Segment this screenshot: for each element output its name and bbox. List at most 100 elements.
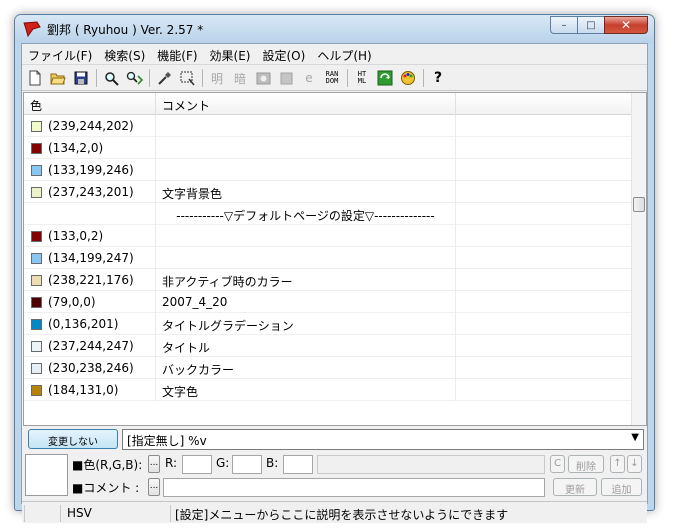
toolbar-separator bbox=[202, 69, 203, 87]
random-button[interactable]: RAN DOM bbox=[322, 68, 342, 88]
format-select-value: [指定無し] %v bbox=[127, 434, 207, 448]
title-bar[interactable]: 劉邦 ( Ryuhou ) Ver. 2.57 * – □ ✕ bbox=[15, 15, 654, 43]
color-cell: (0,136,201) bbox=[24, 313, 156, 335]
table-row[interactable]: (184,131,0) 文字色 bbox=[24, 379, 632, 401]
random-label: RAN DOM bbox=[325, 70, 339, 85]
table-row[interactable]: (230,238,246) バックカラー bbox=[24, 357, 632, 379]
rgb-value: (0,136,201) bbox=[48, 317, 119, 331]
color-swatch bbox=[31, 275, 42, 286]
save-icon[interactable] bbox=[71, 68, 91, 88]
eyedropper-icon[interactable] bbox=[154, 68, 174, 88]
refresh-icon[interactable] bbox=[375, 68, 395, 88]
extra-cell bbox=[456, 115, 632, 137]
square-icon[interactable] bbox=[276, 68, 296, 88]
minimize-button[interactable]: – bbox=[550, 16, 577, 34]
color-cell: (230,238,246) bbox=[24, 357, 156, 379]
table-row[interactable]: (133,0,2) bbox=[24, 225, 632, 247]
color-cell: (79,0,0) bbox=[24, 291, 156, 313]
menu-search[interactable]: 検索(S) bbox=[98, 44, 151, 65]
e-button[interactable]: e bbox=[299, 68, 319, 88]
chevron-down-icon: ▼ bbox=[631, 432, 639, 443]
menu-function[interactable]: 機能(F) bbox=[151, 44, 203, 65]
photo-icon[interactable] bbox=[253, 68, 273, 88]
menu-settings[interactable]: 設定(O) bbox=[257, 44, 312, 65]
maximize-button[interactable]: □ bbox=[577, 16, 604, 34]
menu-file[interactable]: ファイル(F) bbox=[22, 44, 98, 65]
color-swatch bbox=[31, 341, 42, 352]
color-cell: (134,2,0) bbox=[24, 137, 156, 159]
control-row: 変更しない [指定無し] %v ▼ bbox=[28, 429, 644, 450]
color-label: ■色(R,G,B): bbox=[72, 458, 143, 472]
comment-label: ■コメント : bbox=[72, 481, 140, 495]
color-dots-button[interactable]: ... bbox=[148, 455, 160, 473]
palette-icon[interactable] bbox=[398, 68, 418, 88]
toolbar-separator bbox=[96, 69, 97, 87]
b-input[interactable] bbox=[283, 455, 313, 474]
add-button[interactable]: 追加 bbox=[601, 478, 642, 496]
color-cell bbox=[24, 203, 156, 225]
extra-cell bbox=[456, 225, 632, 247]
color-swatch bbox=[31, 385, 42, 396]
list-rows: (239,244,202) (134,2,0) (133,199,246) (237,… bbox=[24, 115, 632, 401]
darken-button[interactable]: 暗 bbox=[230, 68, 250, 88]
separator-row[interactable]: -----------▽デフォルトページの設定▽-------------- bbox=[24, 203, 632, 225]
comment-cell bbox=[156, 247, 456, 269]
move-down-button[interactable]: ↓ bbox=[627, 455, 642, 473]
color-swatch bbox=[31, 363, 42, 374]
comment-cell: 2007_4_20 bbox=[156, 291, 456, 313]
format-select[interactable]: [指定無し] %v ▼ bbox=[122, 429, 644, 450]
move-up-button[interactable]: ↑ bbox=[610, 455, 625, 473]
color-cell: (237,244,247) bbox=[24, 335, 156, 357]
vertical-scrollbar[interactable] bbox=[631, 93, 646, 425]
table-row[interactable]: (134,2,0) bbox=[24, 137, 632, 159]
menu-effect[interactable]: 効果(E) bbox=[204, 44, 257, 65]
extra-cell bbox=[456, 137, 632, 159]
menu-help[interactable]: ヘルプ(H) bbox=[311, 44, 377, 65]
scrollbar-thumb[interactable] bbox=[633, 197, 645, 212]
color-cell: (237,243,201) bbox=[24, 181, 156, 203]
search-next-icon[interactable] bbox=[124, 68, 144, 88]
table-row[interactable]: (79,0,0) 2007_4_20 bbox=[24, 291, 632, 313]
column-extra[interactable] bbox=[456, 93, 632, 115]
table-row[interactable]: (238,221,176) 非アクティブ時のカラー bbox=[24, 269, 632, 291]
table-row[interactable]: (134,199,247) bbox=[24, 247, 632, 269]
comment-cell bbox=[156, 115, 456, 137]
open-folder-icon[interactable] bbox=[48, 68, 68, 88]
color-list[interactable]: 色 コメント (239,244,202) (134,2,0) (133,199,24… bbox=[23, 92, 647, 426]
r-input[interactable] bbox=[182, 455, 212, 474]
table-row[interactable]: (237,244,247) タイトル bbox=[24, 335, 632, 357]
extra-cell bbox=[456, 203, 632, 225]
rgb-value: (134,2,0) bbox=[48, 141, 104, 155]
table-row[interactable]: (0,136,201) タイトルグラデーション bbox=[24, 313, 632, 335]
update-button[interactable]: 更新 bbox=[553, 478, 597, 496]
color-cell: (239,244,202) bbox=[24, 115, 156, 137]
table-row[interactable]: (237,243,201) 文字背景色 bbox=[24, 181, 632, 203]
comment-input[interactable] bbox=[163, 478, 545, 497]
g-input[interactable] bbox=[232, 455, 262, 474]
no-change-button[interactable]: 変更しない bbox=[28, 429, 118, 449]
b-label: B: bbox=[266, 456, 279, 470]
search-icon[interactable] bbox=[101, 68, 121, 88]
table-row[interactable]: (133,199,246) bbox=[24, 159, 632, 181]
comment-cell: 文字背景色 bbox=[156, 181, 456, 203]
rgb-value: (230,238,246) bbox=[48, 361, 134, 375]
screen-select-icon[interactable] bbox=[177, 68, 197, 88]
caption-buttons: – □ ✕ bbox=[550, 16, 648, 34]
extra-cell bbox=[456, 379, 632, 401]
column-comment[interactable]: コメント bbox=[156, 93, 456, 115]
close-button[interactable]: ✕ bbox=[604, 16, 648, 34]
delete-button[interactable]: 削除 bbox=[568, 455, 604, 473]
color-swatch bbox=[31, 187, 42, 198]
comment-dots-button[interactable]: ... bbox=[148, 478, 160, 496]
table-row[interactable]: (239,244,202) bbox=[24, 115, 632, 137]
new-file-icon[interactable] bbox=[25, 68, 45, 88]
help-button[interactable]: ? bbox=[428, 68, 448, 88]
color-swatch bbox=[31, 121, 42, 132]
html-button[interactable]: HT ML bbox=[352, 68, 372, 88]
column-color[interactable]: 色 bbox=[24, 93, 156, 115]
toolbar: 明 暗 e RAN DOM HT ML ? bbox=[22, 66, 647, 91]
brighten-button[interactable]: 明 bbox=[207, 68, 227, 88]
extra-cell bbox=[456, 159, 632, 181]
extra-cell bbox=[456, 291, 632, 313]
c-button[interactable]: C bbox=[550, 455, 565, 473]
